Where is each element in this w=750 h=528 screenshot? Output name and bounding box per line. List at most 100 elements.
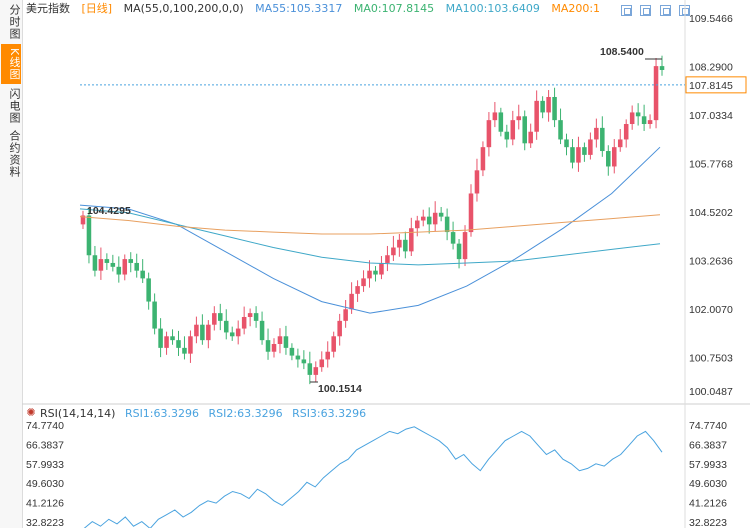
candle-body[interactable] — [600, 127, 605, 152]
candle-body[interactable] — [313, 367, 319, 375]
candle-body[interactable] — [480, 147, 486, 171]
candle-body[interactable] — [355, 286, 360, 294]
candle-body[interactable] — [271, 344, 277, 352]
candle-body[interactable] — [468, 193, 474, 233]
candle-body[interactable] — [86, 215, 92, 256]
candle-body[interactable] — [540, 100, 545, 113]
candle-body[interactable] — [552, 96, 557, 121]
candle-body[interactable] — [534, 100, 539, 132]
candle-body[interactable] — [206, 324, 211, 341]
candle-body[interactable] — [659, 66, 665, 70]
candle-body[interactable] — [283, 336, 289, 348]
candle-body[interactable] — [522, 116, 527, 144]
candle-body[interactable] — [104, 259, 110, 263]
candle-body[interactable] — [635, 112, 641, 117]
candle-body[interactable] — [629, 112, 635, 125]
candle-body[interactable] — [570, 147, 575, 163]
candle-body[interactable] — [438, 212, 444, 217]
candle-body[interactable] — [98, 259, 104, 271]
candle-body[interactable] — [241, 316, 247, 329]
candle-body[interactable] — [235, 328, 241, 337]
candle-body[interactable] — [492, 112, 498, 121]
candle-body[interactable] — [170, 336, 175, 341]
candle-body[interactable] — [456, 243, 462, 260]
candle-body[interactable] — [653, 66, 659, 121]
candle-body[interactable] — [420, 216, 426, 221]
candle-body[interactable] — [319, 359, 325, 368]
candle-body[interactable] — [176, 340, 181, 348]
candle-body[interactable] — [259, 320, 265, 341]
candle-body[interactable] — [194, 324, 199, 337]
candle-body[interactable] — [444, 216, 450, 233]
candle-body[interactable] — [504, 131, 510, 140]
candle-body[interactable] — [218, 313, 223, 321]
candle-body[interactable] — [152, 301, 157, 329]
candle-body[interactable] — [158, 328, 163, 348]
candle-body[interactable] — [188, 336, 193, 354]
candle-body[interactable] — [265, 340, 271, 352]
candle-body[interactable] — [247, 313, 253, 317]
candle-body[interactable] — [558, 120, 563, 140]
candle-body[interactable] — [229, 332, 235, 337]
candle-body[interactable] — [110, 262, 116, 267]
candle-body[interactable] — [307, 363, 313, 375]
candle-body[interactable] — [373, 270, 378, 275]
candle-body[interactable] — [301, 359, 307, 364]
candle-body[interactable] — [116, 266, 122, 275]
price-chart[interactable]: 109.5466 108.2900 107.0334 105.7768 104.5202… — [0, 0, 750, 528]
candle-body[interactable] — [289, 347, 295, 356]
candle-body[interactable] — [516, 116, 522, 121]
candle-body[interactable] — [212, 313, 217, 325]
candle-body[interactable] — [385, 255, 390, 263]
candle-body[interactable] — [606, 151, 611, 167]
candle-body[interactable] — [498, 112, 504, 132]
rsi-left-tick: 66.3837 — [26, 439, 64, 451]
low-price-label: 100.1514 — [318, 383, 362, 395]
candle-body[interactable] — [415, 220, 420, 229]
candle-body[interactable] — [576, 147, 581, 163]
candle-body[interactable] — [182, 347, 187, 354]
candle-body[interactable] — [277, 336, 283, 345]
candle-body[interactable] — [623, 124, 629, 140]
candle-body[interactable] — [432, 212, 438, 225]
candle-body[interactable] — [253, 313, 259, 321]
candle-body[interactable] — [295, 355, 301, 360]
candle-body[interactable] — [367, 270, 372, 279]
candle-body[interactable] — [140, 270, 145, 279]
candle-body[interactable] — [343, 309, 348, 321]
candle-body[interactable] — [397, 239, 402, 248]
candle-body[interactable] — [331, 336, 336, 352]
candle-body[interactable] — [594, 127, 599, 140]
candle-body[interactable] — [325, 351, 330, 360]
candle-body[interactable] — [92, 255, 98, 271]
candle-body[interactable] — [349, 293, 354, 310]
candle-body[interactable] — [546, 96, 551, 113]
candle-body[interactable] — [564, 139, 569, 148]
candle-body[interactable] — [409, 228, 414, 252]
candle-body[interactable] — [379, 262, 384, 275]
candle-body[interactable] — [128, 259, 134, 263]
candle-body[interactable] — [462, 232, 468, 260]
candle-body[interactable] — [426, 216, 432, 225]
candle-body[interactable] — [611, 147, 617, 167]
candle-body[interactable] — [146, 278, 151, 302]
candle-body[interactable] — [200, 324, 205, 341]
candle-body[interactable] — [403, 239, 408, 252]
candle-body[interactable] — [337, 320, 342, 337]
candle-body[interactable] — [361, 278, 366, 287]
candle-body[interactable] — [582, 147, 587, 155]
candle-body[interactable] — [164, 336, 169, 348]
candle-body[interactable] — [122, 259, 128, 275]
candle-body[interactable] — [641, 116, 647, 125]
candle-body[interactable] — [134, 262, 139, 271]
candle-body[interactable] — [647, 120, 653, 125]
candle-body[interactable] — [528, 131, 533, 144]
candle-body[interactable] — [474, 170, 480, 194]
candle-body[interactable] — [588, 139, 593, 155]
candle-body[interactable] — [486, 120, 492, 148]
candle-body[interactable] — [450, 232, 456, 244]
candle-body[interactable] — [223, 320, 229, 333]
candle-body[interactable] — [391, 247, 396, 256]
candle-body[interactable] — [617, 139, 623, 148]
candle-body[interactable] — [510, 120, 516, 140]
